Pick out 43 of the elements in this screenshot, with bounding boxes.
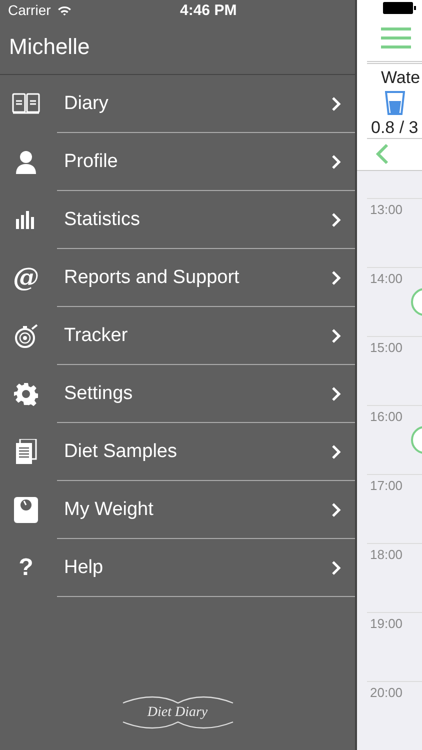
logo: Diet Diary	[118, 694, 238, 730]
status-time: 4:46 PM	[180, 2, 237, 18]
back-icon[interactable]	[375, 143, 389, 166]
scale-icon	[14, 496, 38, 522]
menu-icon[interactable]	[381, 27, 411, 50]
chevron-icon	[331, 560, 341, 576]
chevron-icon	[331, 270, 341, 286]
menu-item[interactable]: Profile	[57, 133, 355, 191]
time-label: 16:00	[370, 409, 403, 424]
settings-icon	[14, 382, 38, 406]
time-label: 20:00	[370, 685, 403, 700]
chevron-icon	[331, 444, 341, 460]
time-label: 15:00	[370, 340, 403, 355]
glass-icon	[384, 90, 404, 115]
menu-item[interactable]: Settings	[57, 365, 355, 423]
user-name: Michelle	[9, 34, 90, 60]
chevron-icon	[331, 386, 341, 402]
chevron-icon	[331, 154, 341, 170]
water-title: Wate	[380, 68, 420, 88]
battery-icon	[383, 2, 417, 14]
menu-item[interactable]: Diary	[57, 75, 355, 133]
person-icon	[15, 150, 37, 174]
menu-item[interactable]: Tracker	[57, 307, 355, 365]
time-label: 13:00	[370, 202, 403, 217]
chevron-icon	[331, 212, 341, 228]
time-label: 14:00	[370, 271, 403, 286]
time-label: 18:00	[370, 547, 403, 562]
menu-item[interactable]: Diet Samples	[57, 423, 355, 481]
menu-item[interactable]: My Weight	[57, 481, 355, 539]
bar-chart-icon	[16, 210, 36, 228]
water-amount: 0.8 / 3	[370, 118, 418, 138]
help-icon: ?	[18, 556, 34, 580]
wifi-icon	[56, 4, 72, 16]
book-icon	[12, 92, 40, 116]
carrier-label: Carrier	[8, 2, 51, 18]
stopwatch-icon	[13, 322, 39, 348]
time-label: 17:00	[370, 478, 403, 493]
chevron-icon	[331, 502, 341, 518]
time-label: 19:00	[370, 616, 403, 631]
at-icon: @	[13, 264, 39, 290]
chevron-icon	[331, 328, 341, 344]
document-icon	[15, 438, 37, 464]
chevron-icon	[331, 96, 341, 112]
